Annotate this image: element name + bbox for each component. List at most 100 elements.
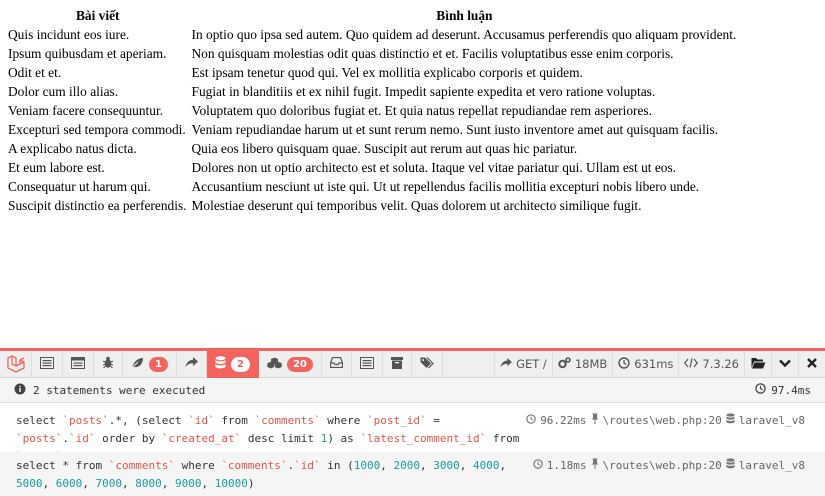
statements-count-text: 2 statements were executed <box>33 383 206 397</box>
sql-number: 6000 <box>55 477 83 490</box>
sql-number: 5000 <box>16 477 43 490</box>
query-connection: laravel_v8 <box>738 414 805 427</box>
query-location[interactable]: \routes\web.php:20 <box>603 412 722 430</box>
tab-queries[interactable]: 2 <box>206 350 259 378</box>
tab-gate[interactable] <box>352 350 383 378</box>
clock-icon <box>526 412 536 430</box>
cogs-icon <box>558 356 575 372</box>
clock-icon <box>533 457 543 475</box>
post-title-cell: Et eum labore est. <box>8 160 105 175</box>
comment-cell: Non quisquam molestias odit quas distinc… <box>191 46 674 61</box>
tab-tags[interactable] <box>412 350 443 378</box>
cubes-icon <box>267 357 282 372</box>
sql-keyword-text: ) <box>247 477 255 490</box>
comment-cell: Est ipsam tenetur quod qui. Vel ex molli… <box>191 65 583 80</box>
request-icon <box>71 356 85 372</box>
tab-messages[interactable] <box>32 350 63 378</box>
column-header-comments: Bình luận <box>436 8 493 23</box>
clock-icon <box>755 383 766 397</box>
tab-mail[interactable] <box>322 350 352 378</box>
query-meta: 1.18ms \routes\web.php:20 laravel_v8 <box>533 457 809 475</box>
column-header-posts: Bài viết <box>75 8 120 23</box>
request-method-label: GET / <box>516 357 547 371</box>
sql-keyword-text: in ( <box>320 459 354 472</box>
sql-identifier: `latest_comment_id` <box>360 432 487 445</box>
tab-models[interactable]: 20 <box>259 350 322 378</box>
post-title-cell: Excepturi sed tempora commodi. <box>8 122 186 137</box>
tags-icon <box>420 356 434 372</box>
tab-exceptions[interactable] <box>94 350 123 378</box>
post-title-cell: Suscipit distinctio ea perferendis. <box>8 198 187 213</box>
sql-identifier: `posts` <box>16 432 63 445</box>
folder-open-icon <box>751 357 766 372</box>
request-method-indicator[interactable]: GET / <box>494 350 552 378</box>
query-duration: 1.18ms <box>546 459 587 472</box>
sql-identifier: `id` <box>294 459 321 472</box>
tab-route[interactable] <box>177 350 207 378</box>
sql-keyword-text: ) as <box>327 432 361 445</box>
sql-keyword-text: .*, (select <box>108 414 189 427</box>
sql-keyword-text: , <box>201 477 215 490</box>
query-location[interactable]: \routes\web.php:20 <box>603 457 722 475</box>
php-version-indicator: 7.3.26 <box>678 350 744 378</box>
list-icon <box>359 356 374 372</box>
post-title-cell: Consequatur ut harum qui. <box>8 179 151 194</box>
table-row: Dolor cum illo alias. Fugiat in blanditii… <box>6 82 739 101</box>
posts-comments-table: Bài viết Bình luận Quis incidunt eos iur… <box>6 6 739 215</box>
query-statement[interactable]: select * from `comments` where `comments… <box>0 452 825 496</box>
queries-count-badge: 2 <box>230 356 250 372</box>
sql-number: 9000 <box>175 477 202 490</box>
memory-indicator: 18MB <box>551 350 612 378</box>
comment-cell: Quia eos libero quisquam quae. Suscipit … <box>191 141 578 156</box>
table-row: Quis incidunt eos iure. In optio quo ipsa… <box>6 25 739 44</box>
tab-views[interactable]: 1 <box>123 350 177 378</box>
close-button[interactable] <box>798 350 825 378</box>
table-row: Suscipit distinctio ea perferendis. Moles… <box>6 196 739 215</box>
queries-status-bar: 2 statements were executed 97.4ms <box>0 378 825 403</box>
sql-number: 7000 <box>95 477 123 490</box>
database-icon <box>726 412 735 430</box>
post-title-cell: A explicabo natus dicta. <box>8 141 137 156</box>
table-row: A explicabo natus dicta. Quia eos libero … <box>6 139 739 158</box>
sql-identifier: `comments` <box>108 459 175 472</box>
sql-keyword-text: select <box>16 414 63 427</box>
tab-session[interactable] <box>383 350 412 378</box>
table-row: Veniam facere consequuntur. Voluptatem qu… <box>6 101 739 120</box>
sql-identifier: `comments` <box>254 414 321 427</box>
comment-cell: In optio quo ipsa sed autem. Quo quidem … <box>191 27 737 42</box>
archive-icon <box>390 356 403 372</box>
sql-keyword-text: order by <box>95 432 162 445</box>
query-statement[interactable]: select `posts`.*, (select `id` from `com… <box>0 407 825 463</box>
minimize-button[interactable] <box>771 350 798 378</box>
sql-keyword-text: , <box>42 477 56 490</box>
sql-keyword-text: . <box>62 432 69 445</box>
sql-number: 10000 <box>214 477 248 490</box>
sql-keyword-text: , <box>459 459 474 472</box>
comment-cell: Dolores non ut optio architecto est et s… <box>191 160 677 175</box>
open-folder-button[interactable] <box>744 350 771 378</box>
sql-identifier: `posts` <box>62 414 109 427</box>
query-duration: 96.22ms <box>540 414 587 427</box>
table-row: Et eum labore est. Dolores non ut optio a… <box>6 158 739 177</box>
sql-keyword-text: where <box>320 414 368 427</box>
laravel-logo-icon[interactable] <box>0 350 32 378</box>
inbox-icon <box>329 356 343 371</box>
info-icon <box>14 383 26 398</box>
table-row: Excepturi sed tempora commodi. Veniam rep… <box>6 120 739 139</box>
table-header-row: Bài viết Bình luận <box>6 6 739 25</box>
total-time: 97.4ms <box>755 383 811 397</box>
sql-identifier: `created_at` <box>161 432 242 445</box>
query-sql: select * from `comments` where `comments… <box>16 457 521 493</box>
debugbar: 1 2 20 GET / 18MB 631ms 7.3.26 2 stateme… <box>0 348 825 496</box>
sql-identifier: `post_id` <box>367 414 427 427</box>
sql-keyword-text: from <box>214 414 255 427</box>
sql-number: 8000 <box>135 477 162 490</box>
views-count-badge: 1 <box>149 356 168 372</box>
table-row: Consequatur ut harum qui. Accusantium nes… <box>6 177 739 196</box>
post-title-cell: Quis incidunt eos iure. <box>8 27 130 42</box>
sql-number: 2000 <box>393 459 421 472</box>
table-row: Ipsum quibusdam et aperiam. Non quisquam … <box>6 44 739 63</box>
sql-number: 3000 <box>433 459 460 472</box>
tab-request[interactable] <box>63 350 94 378</box>
models-count-badge: 20 <box>286 356 313 372</box>
